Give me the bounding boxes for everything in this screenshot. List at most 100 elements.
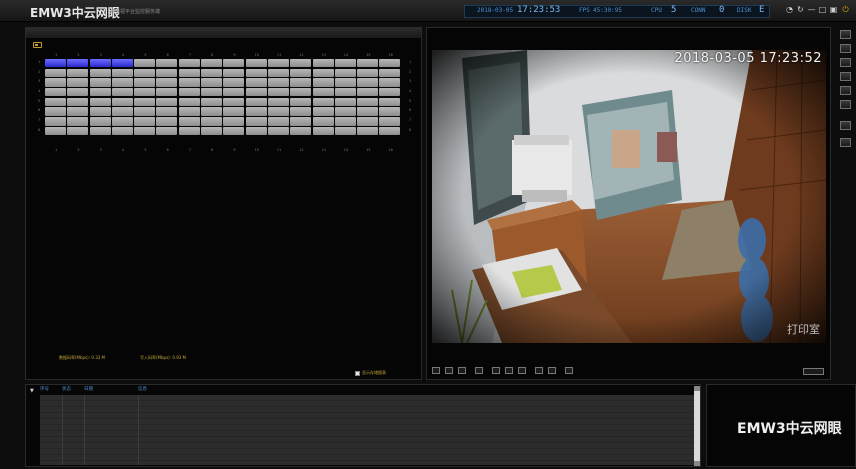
channel-cell[interactable] <box>290 126 312 136</box>
channel-cell[interactable] <box>178 59 200 68</box>
restore-icon[interactable]: ◔ <box>785 5 794 15</box>
channel-cell[interactable] <box>334 59 356 68</box>
show-speed-checkbox[interactable] <box>355 370 360 376</box>
lock-icon[interactable]: ▣ <box>829 5 838 15</box>
channel-cell[interactable] <box>178 88 200 97</box>
channel-cell[interactable] <box>223 107 245 116</box>
layout-4-button[interactable] <box>445 367 453 374</box>
channel-cell[interactable] <box>223 59 245 68</box>
channel-cell[interactable] <box>45 88 66 97</box>
video-option-button[interactable] <box>803 368 824 375</box>
channel-cell[interactable] <box>67 126 89 136</box>
channel-cell[interactable] <box>267 59 289 68</box>
channel-cell[interactable] <box>45 126 66 136</box>
channel-cell[interactable] <box>379 78 401 87</box>
channel-cell[interactable] <box>245 88 267 97</box>
tool-button-7[interactable] <box>840 121 851 130</box>
channel-cell[interactable] <box>89 88 111 97</box>
channel-cell[interactable] <box>89 68 111 78</box>
channel-cell[interactable] <box>334 78 356 87</box>
channel-cell[interactable] <box>201 117 223 126</box>
channel-cell[interactable] <box>379 59 401 68</box>
channel-cell[interactable] <box>45 97 66 107</box>
tool-button-2[interactable] <box>840 44 851 53</box>
channel-cell[interactable] <box>245 117 267 126</box>
channel-cell[interactable] <box>290 97 312 107</box>
channel-cell[interactable] <box>67 68 89 78</box>
channel-cell[interactable] <box>67 78 89 87</box>
channel-cell[interactable] <box>245 107 267 116</box>
channel-cell[interactable] <box>134 88 156 97</box>
channel-cell[interactable] <box>312 59 334 68</box>
channel-cell[interactable] <box>67 88 89 97</box>
channel-cell[interactable] <box>379 88 401 97</box>
log-col-date[interactable]: 日期 <box>84 386 138 395</box>
channel-cell[interactable] <box>67 107 89 116</box>
channel-cell[interactable] <box>89 97 111 107</box>
channel-cell[interactable] <box>357 59 379 68</box>
channel-cell[interactable] <box>45 59 66 68</box>
tool-button-3[interactable] <box>840 58 851 67</box>
channel-cell[interactable] <box>290 88 312 97</box>
channel-cell[interactable] <box>357 78 379 87</box>
minimize-icon[interactable]: — <box>807 5 816 15</box>
log-col-index[interactable]: 序号 <box>40 386 62 395</box>
channel-cell[interactable] <box>267 107 289 116</box>
show-speed-toggle[interactable]: 显示存储图表 <box>355 370 386 376</box>
tool-button-1[interactable] <box>840 30 851 39</box>
channel-cell[interactable] <box>67 117 89 126</box>
log-col-info[interactable]: 信息 <box>138 386 694 395</box>
channel-cell[interactable] <box>45 78 66 87</box>
channel-cell[interactable] <box>89 78 111 87</box>
channel-cell[interactable] <box>334 68 356 78</box>
channel-cell[interactable] <box>111 59 133 68</box>
snapshot-button[interactable] <box>518 367 526 374</box>
channel-cell[interactable] <box>178 107 200 116</box>
channel-cell[interactable] <box>357 88 379 97</box>
channel-cell[interactable] <box>223 117 245 126</box>
channel-cell[interactable] <box>312 126 334 136</box>
channel-cell[interactable] <box>201 78 223 87</box>
channel-cell[interactable] <box>201 88 223 97</box>
channel-cell[interactable] <box>89 59 111 68</box>
channel-cell[interactable] <box>178 78 200 87</box>
scroll-up-icon[interactable] <box>694 386 700 391</box>
channel-cell[interactable] <box>267 126 289 136</box>
channel-cell[interactable] <box>156 97 178 107</box>
camera-view[interactable]: 2018-03-05 17:23:52 打印室 <box>432 50 826 343</box>
channel-cell[interactable] <box>379 97 401 107</box>
channel-cell[interactable] <box>379 117 401 126</box>
channel-cell[interactable] <box>134 117 156 126</box>
channel-cell[interactable] <box>111 78 133 87</box>
log-col-status[interactable]: 状态 <box>62 386 84 395</box>
channel-cell[interactable] <box>267 97 289 107</box>
tool-button-4[interactable] <box>840 72 851 81</box>
channel-cell[interactable] <box>201 97 223 107</box>
channel-cell[interactable] <box>334 88 356 97</box>
channel-cell[interactable] <box>156 126 178 136</box>
collapse-arrow-icon[interactable]: ▼ <box>30 388 34 394</box>
channel-cell[interactable] <box>67 59 89 68</box>
audio-button[interactable] <box>548 367 556 374</box>
channel-cell[interactable] <box>178 97 200 107</box>
channel-cell[interactable] <box>245 97 267 107</box>
layout-16-button[interactable] <box>475 367 483 374</box>
channel-cell[interactable] <box>201 68 223 78</box>
channel-cell[interactable] <box>223 78 245 87</box>
channel-cell[interactable] <box>201 126 223 136</box>
channel-cell[interactable] <box>357 68 379 78</box>
channel-cell[interactable] <box>223 68 245 78</box>
disk-icon[interactable] <box>33 42 42 48</box>
channel-cell[interactable] <box>178 126 200 136</box>
channel-cell[interactable] <box>156 117 178 126</box>
channel-cell[interactable] <box>156 78 178 87</box>
channel-cell[interactable] <box>111 126 133 136</box>
channel-cell[interactable] <box>312 68 334 78</box>
channel-cell[interactable] <box>89 126 111 136</box>
channel-cell[interactable] <box>290 68 312 78</box>
channel-cell[interactable] <box>134 97 156 107</box>
tool-button-8[interactable] <box>840 138 851 147</box>
layout-9-button[interactable] <box>458 367 466 374</box>
layout-1-button[interactable] <box>432 367 440 374</box>
channel-cell[interactable] <box>312 107 334 116</box>
